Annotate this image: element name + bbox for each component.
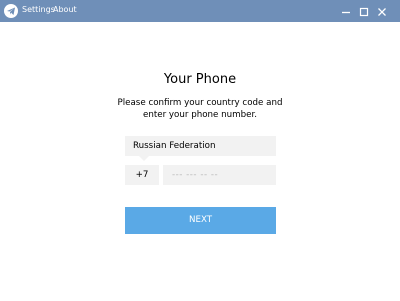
- close-icon[interactable]: [375, 4, 389, 18]
- phone-number-box: [163, 165, 276, 185]
- menu-about[interactable]: About: [53, 5, 77, 14]
- minimize-icon[interactable]: [339, 4, 353, 18]
- title-bar: Settings About: [0, 0, 400, 22]
- maximize-icon[interactable]: [357, 4, 371, 18]
- page-description: Please confirm your country code and ent…: [117, 98, 283, 120]
- telegram-icon: [4, 4, 18, 18]
- country-select-pointer: [139, 156, 149, 161]
- page-title: Your Phone: [163, 72, 237, 87]
- menu-settings[interactable]: Settings: [22, 5, 55, 14]
- phone-number-input[interactable]: [172, 165, 272, 185]
- country-code-field[interactable]: +7: [125, 165, 159, 185]
- country-select[interactable]: Russian Federation: [125, 136, 276, 156]
- next-button[interactable]: NEXT: [125, 207, 276, 234]
